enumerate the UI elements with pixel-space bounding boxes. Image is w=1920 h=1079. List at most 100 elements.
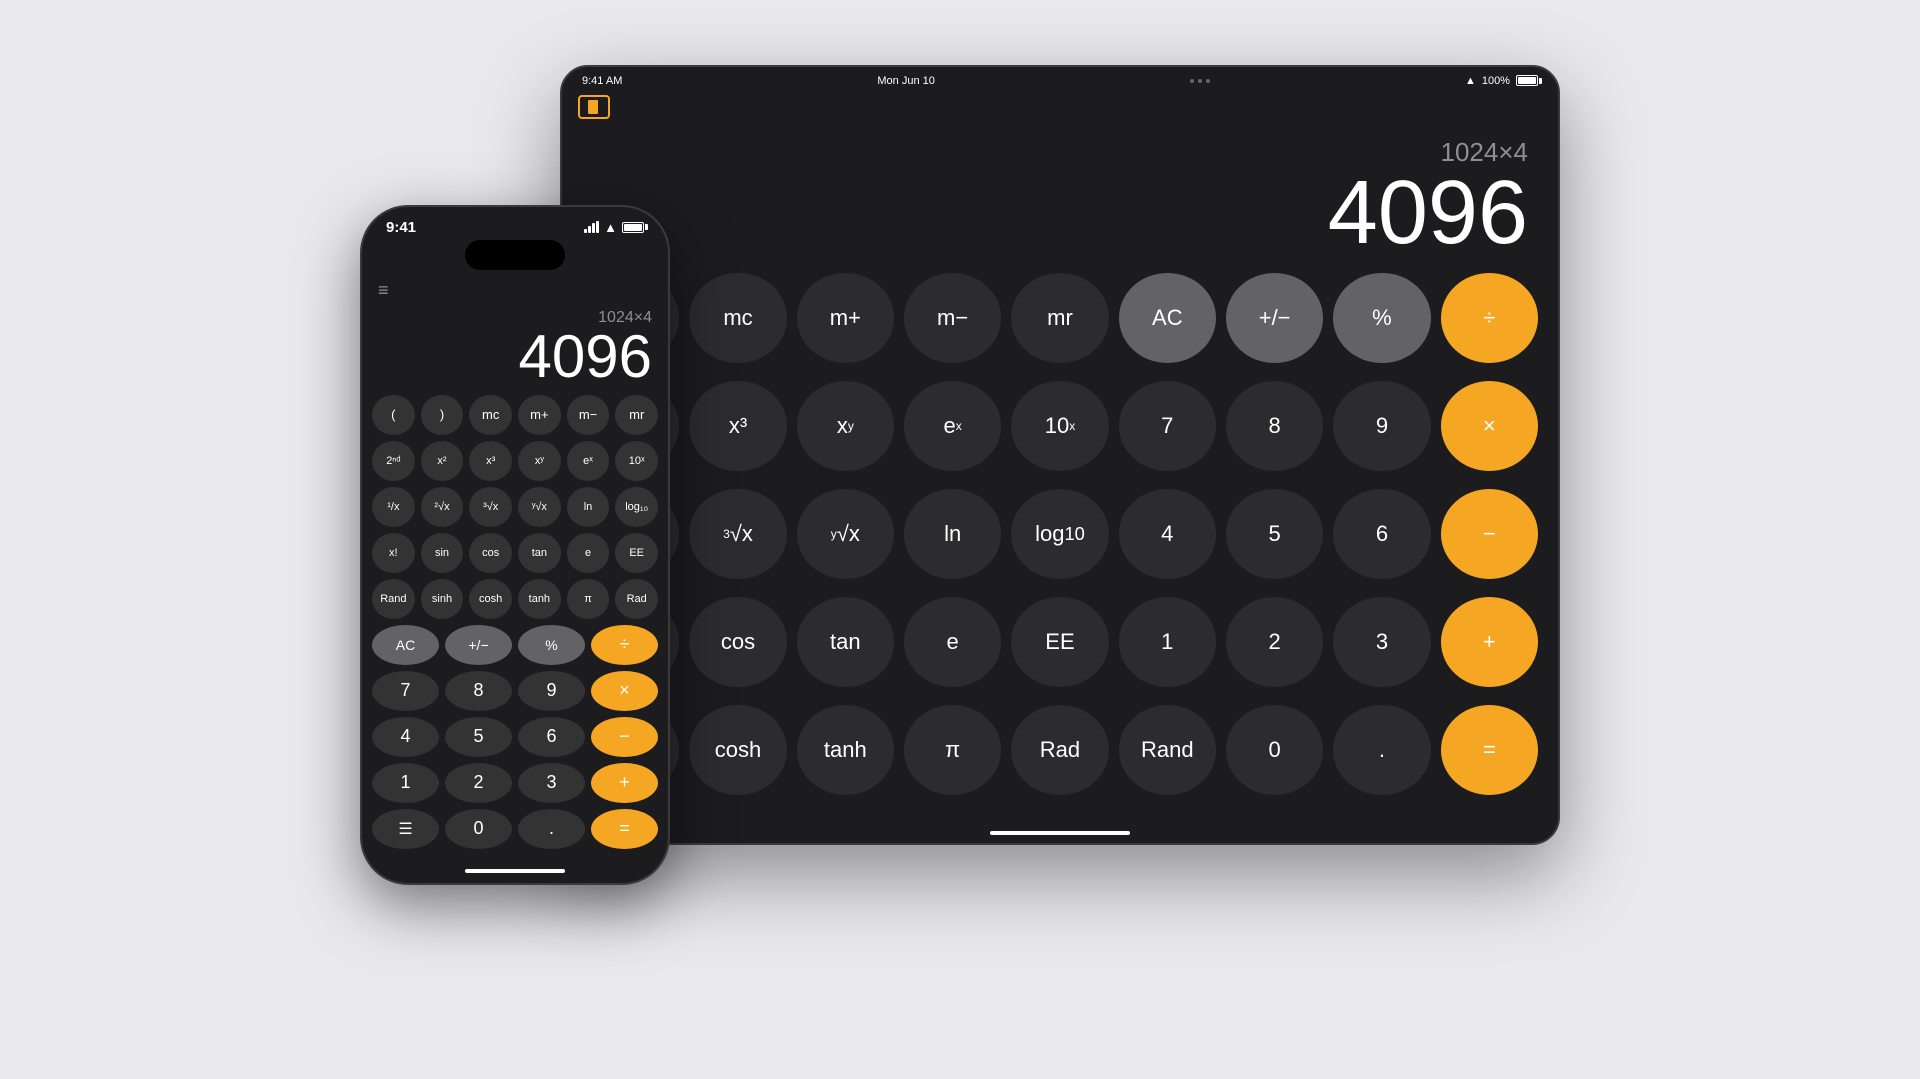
btn-m-minus[interactable]: m− [904,273,1001,363]
btn-3[interactable]: 3 [1333,597,1430,687]
iphone-btn-rand[interactable]: Rand [372,579,415,619]
btn-2[interactable]: 2 [1226,597,1323,687]
ipad-row-2: x² x³ xy ex 10x 7 8 9 × [582,381,1538,479]
iphone-btn-ac[interactable]: AC [372,625,439,665]
sidebar-toggle-icon[interactable] [578,95,610,119]
btn-pi[interactable]: π [904,705,1001,795]
btn-rad[interactable]: Rad [1011,705,1108,795]
iphone-btn-8[interactable]: 8 [445,671,512,711]
btn-ln[interactable]: ln [904,489,1001,579]
iphone-btn-close-paren[interactable]: ) [421,395,464,435]
btn-x3[interactable]: x³ [689,381,786,471]
iphone-btn-10x[interactable]: 10ˣ [615,441,658,481]
btn-9[interactable]: 9 [1333,381,1430,471]
btn-subtract[interactable]: − [1441,489,1538,579]
btn-ex[interactable]: ex [904,381,1001,471]
iphone-btn-6[interactable]: 6 [518,717,585,757]
iphone-btn-sign[interactable]: +/− [445,625,512,665]
btn-log10[interactable]: log10 [1011,489,1108,579]
iphone-btn-add[interactable]: + [591,763,658,803]
iphone-btn-pi[interactable]: π [567,579,610,619]
wifi-icon: ▲ [604,220,617,235]
iphone-btn-sinh[interactable]: sinh [421,579,464,619]
ipad-status-right: ▲ 100% [1465,75,1538,87]
iphone-btn-5[interactable]: 5 [445,717,512,757]
btn-3sqrtx[interactable]: 3√x [689,489,786,579]
btn-tanh[interactable]: tanh [797,705,894,795]
btn-ee[interactable]: EE [1011,597,1108,687]
iphone-btn-mc[interactable]: mc [469,395,512,435]
btn-5[interactable]: 5 [1226,489,1323,579]
iphone-btn-mminus[interactable]: m− [567,395,610,435]
iphone-btn-7[interactable]: 7 [372,671,439,711]
btn-6[interactable]: 6 [1333,489,1430,579]
iphone-btn-x3[interactable]: x³ [469,441,512,481]
scene: 9:41 AM Mon Jun 10 ▲ 100% 1024×4 4096 [360,65,1560,1015]
btn-equals[interactable]: = [1441,705,1538,795]
iphone-btn-9[interactable]: 9 [518,671,585,711]
iphone-btn-percent[interactable]: % [518,625,585,665]
iphone-btn-2nd[interactable]: 2ⁿᵈ [372,441,415,481]
iphone-btn-cosh[interactable]: cosh [469,579,512,619]
iphone-btn-tanh[interactable]: tanh [518,579,561,619]
btn-0[interactable]: 0 [1226,705,1323,795]
iphone-num-row-2: 7 8 9 × [372,671,658,711]
btn-divide[interactable]: ÷ [1441,273,1538,363]
btn-percent[interactable]: % [1333,273,1430,363]
iphone-btn-tan[interactable]: tan [518,533,561,573]
btn-e[interactable]: e [904,597,1001,687]
iphone-btn-sin[interactable]: sin [421,533,464,573]
btn-sign[interactable]: +/− [1226,273,1323,363]
iphone-btn-log[interactable]: log₁₀ [615,487,658,527]
iphone-btn-mr[interactable]: mr [615,395,658,435]
iphone-btn-subtract[interactable]: − [591,717,658,757]
iphone-sci-row-5: Rand sinh cosh tanh π Rad [372,579,658,619]
iphone-btn-multiply[interactable]: × [591,671,658,711]
iphone-btn-2[interactable]: 2 [445,763,512,803]
btn-7[interactable]: 7 [1119,381,1216,471]
iphone-btn-4[interactable]: 4 [372,717,439,757]
iphone-btn-cos[interactable]: cos [469,533,512,573]
btn-cosh[interactable]: cosh [689,705,786,795]
iphone-btn-decimal[interactable]: . [518,809,585,849]
iphone-btn-divide[interactable]: ÷ [591,625,658,665]
iphone-btn-1[interactable]: 1 [372,763,439,803]
btn-m-plus[interactable]: m+ [797,273,894,363]
btn-multiply[interactable]: × [1441,381,1538,471]
iphone-btn-factorial[interactable]: x! [372,533,415,573]
iphone-btn-xy[interactable]: xʸ [518,441,561,481]
iphone-btn-x2[interactable]: x² [421,441,464,481]
iphone-btn-3[interactable]: 3 [518,763,585,803]
iphone-btn-mplus[interactable]: m+ [518,395,561,435]
iphone-btn-open-paren[interactable]: ( [372,395,415,435]
history-icon[interactable]: ≡ [378,280,389,300]
iphone-btn-rad[interactable]: Rad [615,579,658,619]
btn-xy[interactable]: xy [797,381,894,471]
btn-add[interactable]: + [1441,597,1538,687]
iphone-btn-3sqrtx[interactable]: ³√x [469,487,512,527]
iphone-btn-ex[interactable]: eˣ [567,441,610,481]
btn-decimal[interactable]: . [1333,705,1430,795]
btn-mr[interactable]: mr [1011,273,1108,363]
btn-8[interactable]: 8 [1226,381,1323,471]
btn-4[interactable]: 4 [1119,489,1216,579]
iphone-sci-row-4: x! sin cos tan e EE [372,533,658,573]
iphone-btn-ln[interactable]: ln [567,487,610,527]
iphone-btn-e[interactable]: e [567,533,610,573]
iphone-btn-0[interactable]: 0 [445,809,512,849]
btn-ysqrtx[interactable]: y√x [797,489,894,579]
btn-1[interactable]: 1 [1119,597,1216,687]
btn-ac[interactable]: AC [1119,273,1216,363]
ipad-keypad: ) mc m+ m− mr AC +/− % ÷ x² x³ xy ex 10x… [562,273,1558,823]
btn-mc[interactable]: mc [689,273,786,363]
iphone-btn-ysqrtx[interactable]: ʸ√x [518,487,561,527]
iphone-btn-history[interactable]: ☰ [372,809,439,849]
btn-tan[interactable]: tan [797,597,894,687]
iphone-btn-reciprocal[interactable]: ¹/x [372,487,415,527]
iphone-btn-equals[interactable]: = [591,809,658,849]
iphone-btn-2sqrtx[interactable]: ²√x [421,487,464,527]
iphone-btn-ee[interactable]: EE [615,533,658,573]
btn-10x[interactable]: 10x [1011,381,1108,471]
btn-rand[interactable]: Rand [1119,705,1216,795]
btn-cos[interactable]: cos [689,597,786,687]
